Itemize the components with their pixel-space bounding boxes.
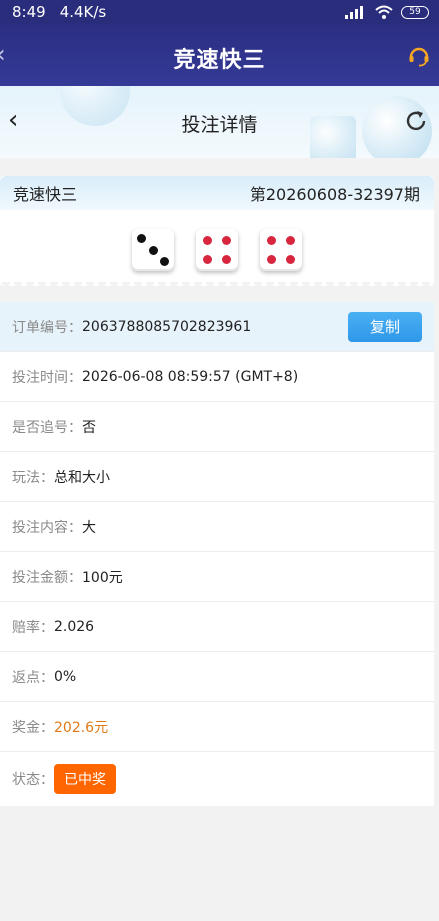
- draw-result-card: 竞速快三 第20260608-32397期: [0, 176, 434, 290]
- detail-value: 大: [82, 519, 96, 536]
- die-pip: [267, 254, 277, 264]
- refresh-icon[interactable]: [403, 108, 429, 134]
- status-icons: 59: [345, 5, 429, 19]
- dice-result: [0, 229, 434, 271]
- system-status-bar: 8:49 4.4K/s 59: [0, 0, 439, 24]
- signal-icon: [345, 5, 367, 19]
- detail-row: 玩法： 总和大小: [0, 452, 434, 502]
- detail-row: 奖金： 202.6元: [0, 702, 434, 752]
- detail-value: 100元: [82, 569, 123, 586]
- detail-value: 0%: [54, 668, 77, 685]
- detail-value: 总和大小: [54, 469, 110, 486]
- detail-row: 投注内容：大: [0, 502, 434, 552]
- status-badge: 已中奖: [54, 764, 116, 794]
- status-row: 状态： 已中奖: [0, 752, 434, 806]
- page-title: 投注详情: [181, 114, 258, 136]
- network-speed: 4.4K/s: [59, 3, 107, 21]
- copy-button[interactable]: 复制: [348, 311, 422, 342]
- battery-icon: 59: [401, 5, 429, 19]
- die-pip: [160, 257, 170, 267]
- issue-number: 第20260608-32397期: [249, 185, 420, 204]
- die-pip: [148, 245, 158, 255]
- detail-label: 投注金额：: [12, 569, 82, 586]
- order-number-label: 订单编号：: [12, 319, 82, 336]
- draw-header: 竞速快三 第20260608-32397期: [0, 176, 434, 210]
- detail-value: 202.6元: [54, 719, 109, 736]
- detail-label: 投注内容：: [12, 519, 82, 536]
- detail-label: 返点：: [12, 669, 54, 686]
- order-detail-list: 订单编号： 2063788085702823961 复制 投注时间： 2026-0…: [0, 302, 434, 806]
- detail-row: 投注金额： 100元: [0, 552, 434, 602]
- die-pip: [267, 236, 277, 246]
- detail-rows: 投注时间： 2026-06-08 08:59:57 (GMT+8) 是否追号：否玩法…: [0, 352, 434, 752]
- clock: 8:49: [12, 3, 46, 21]
- detail-label: 投注时间：: [12, 369, 82, 386]
- wifi-icon: [375, 5, 393, 19]
- detail-label: 赔率：: [12, 619, 54, 636]
- detail-label: 玩法：: [12, 469, 54, 486]
- die-face: [196, 229, 238, 271]
- detail-row: 投注时间： 2026-06-08 08:59:57 (GMT+8): [0, 352, 434, 402]
- die-pip: [285, 236, 295, 246]
- die-pip: [285, 254, 295, 264]
- detail-label: 奖金：: [12, 719, 54, 736]
- die-face: [260, 229, 302, 271]
- order-number-row: 订单编号： 2063788085702823961 复制: [0, 302, 434, 352]
- die-pip: [221, 254, 231, 264]
- die-pip: [203, 236, 213, 246]
- customer-service-icon[interactable]: [407, 44, 431, 68]
- game-name: 竞速快三: [13, 185, 78, 204]
- detail-row: 是否追号：否: [0, 402, 434, 452]
- detail-value: 2.026: [54, 618, 95, 635]
- status-label: 状态：: [12, 772, 54, 788]
- die-pip: [221, 236, 231, 246]
- app-title-bar: ‹ 竞速快三: [0, 24, 439, 86]
- detail-row: 赔率： 2.026: [0, 602, 434, 652]
- detail-value: 否: [82, 419, 96, 436]
- die-pip: [136, 233, 146, 243]
- app-title: 竞速快三: [173, 48, 266, 73]
- detail-value: 2026-06-08 08:59:57 (GMT+8): [82, 368, 299, 385]
- order-number-value: 2063788085702823961: [82, 318, 252, 335]
- die-pip: [203, 254, 213, 264]
- die-face: [132, 229, 174, 271]
- detail-label: 是否追号：: [12, 419, 82, 436]
- detail-row: 返点： 0%: [0, 652, 434, 702]
- wavy-edge: [0, 282, 434, 290]
- detail-header: ‹ 投注详情: [0, 86, 439, 158]
